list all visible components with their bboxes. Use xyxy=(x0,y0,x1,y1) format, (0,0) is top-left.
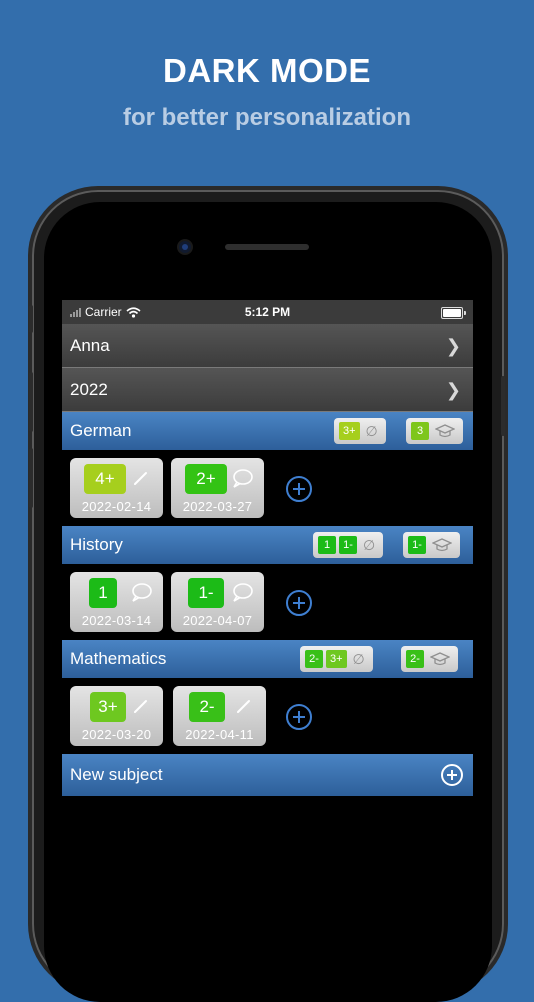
grade-card[interactable]: 1- 2022-04-07 xyxy=(171,572,264,632)
subject-name: German xyxy=(70,421,132,440)
speech-bubble-icon xyxy=(233,469,253,488)
oral-grades-summary[interactable]: 2- 3+ ∅ xyxy=(300,646,373,672)
new-subject-label: New subject xyxy=(70,765,163,784)
grades-row-history: 1 2022-03-14 1- 2022-04-07 xyxy=(62,564,473,640)
add-grade-button[interactable] xyxy=(286,476,312,502)
status-time: 5:12 PM xyxy=(244,305,291,319)
mute-switch xyxy=(29,305,33,333)
grade-date: 2022-04-07 xyxy=(182,613,253,628)
oral-grades-summary[interactable]: 1 1- ∅ xyxy=(313,532,384,558)
student-name: Anna xyxy=(70,335,110,355)
oral-grades-summary[interactable]: 3+ ∅ xyxy=(334,418,386,444)
subject-header-german[interactable]: German 3+ ∅ 3 xyxy=(62,412,473,450)
subject-name: Mathematics xyxy=(70,649,167,668)
grade-card[interactable]: 3+ 2022-03-20 xyxy=(70,686,163,746)
summary-grade: 2- xyxy=(406,650,424,668)
grade-date: 2022-03-14 xyxy=(81,613,152,628)
grades-row-german: 4+ 2022-02-14 2+ 2022-03-27 xyxy=(62,450,473,526)
subject-header-mathematics[interactable]: Mathematics 2- 3+ ∅ 2- xyxy=(62,640,473,678)
grade-date: 2022-03-27 xyxy=(182,499,253,514)
subject-name: History xyxy=(70,535,123,554)
grade-date: 2022-04-11 xyxy=(185,727,254,742)
summary-grade: 1- xyxy=(408,536,426,554)
grade-card[interactable]: 2+ 2022-03-27 xyxy=(171,458,264,518)
grade-value: 2+ xyxy=(185,464,227,494)
add-grade-button[interactable] xyxy=(286,590,312,616)
grade-date: 2022-02-14 xyxy=(81,499,152,514)
average-icon: ∅ xyxy=(363,536,376,553)
graduation-cap-icon xyxy=(435,424,455,438)
average-icon: ∅ xyxy=(365,422,378,439)
grades-row-mathematics: 3+ 2022-03-20 2- 2022-04-11 xyxy=(62,678,473,754)
status-bar: Carrier 5:12 PM xyxy=(62,300,473,324)
new-subject-row[interactable]: New subject xyxy=(62,754,473,796)
app-screen: Carrier 5:12 PM Anna ❯ 2022 ❯ German 3+ … xyxy=(62,300,473,950)
graduation-cap-icon xyxy=(432,538,452,552)
summary-grade: 3+ xyxy=(339,422,360,440)
chevron-right-icon: ❯ xyxy=(445,336,461,356)
grade-value: 4+ xyxy=(84,464,126,494)
grade-value: 1 xyxy=(89,578,117,608)
power-button xyxy=(501,376,505,436)
chevron-right-icon: ❯ xyxy=(445,380,461,400)
grade-value: 2- xyxy=(189,692,225,722)
student-selector[interactable]: Anna ❯ xyxy=(62,324,473,368)
summary-grade: 1- xyxy=(339,536,357,554)
add-grade-button[interactable] xyxy=(286,704,312,730)
front-camera-icon xyxy=(179,241,191,253)
pencil-icon xyxy=(237,700,250,713)
earpiece-speaker xyxy=(225,244,309,250)
battery-icon xyxy=(441,307,466,319)
exam-grades-summary[interactable]: 1- xyxy=(403,532,460,558)
grade-value: 3+ xyxy=(90,692,126,722)
volume-down-button xyxy=(29,448,33,508)
add-subject-icon[interactable] xyxy=(441,764,463,786)
summary-grade: 2- xyxy=(305,650,323,668)
average-icon: ∅ xyxy=(352,650,365,667)
year-selector[interactable]: 2022 ❯ xyxy=(62,368,473,412)
pencil-icon xyxy=(134,700,147,713)
exam-grades-summary[interactable]: 2- xyxy=(401,646,458,672)
volume-up-button xyxy=(29,372,33,432)
summary-grade: 1 xyxy=(318,536,336,554)
grade-card[interactable]: 4+ 2022-02-14 xyxy=(70,458,163,518)
promo-headline: DARK MODE xyxy=(163,52,371,89)
year-label: 2022 xyxy=(70,379,108,399)
pencil-icon xyxy=(134,472,147,485)
subject-header-history[interactable]: History 1 1- ∅ 1- xyxy=(62,526,473,564)
graduation-cap-icon xyxy=(430,652,450,666)
speech-bubble-icon xyxy=(233,583,253,602)
grade-value: 1- xyxy=(188,578,224,608)
grade-card[interactable]: 1 2022-03-14 xyxy=(70,572,163,632)
summary-grade: 3+ xyxy=(326,650,347,668)
speech-bubble-icon xyxy=(132,583,152,602)
promo-subline: for better personalization xyxy=(122,104,412,131)
grade-card[interactable]: 2- 2022-04-11 xyxy=(173,686,266,746)
grade-date: 2022-03-20 xyxy=(81,727,152,742)
exam-grades-summary[interactable]: 3 xyxy=(406,418,463,444)
summary-grade: 3 xyxy=(411,422,429,440)
